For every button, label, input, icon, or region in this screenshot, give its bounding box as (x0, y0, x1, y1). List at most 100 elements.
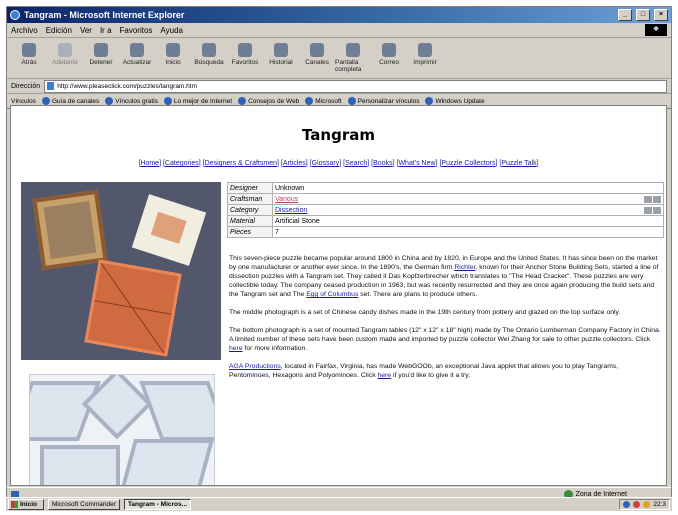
nav-link[interactable]: Articles (283, 160, 306, 167)
taskbar: Inicio Microsoft Commander Tangram - Mic… (6, 497, 672, 511)
links-item[interactable]: Windows Update (425, 97, 485, 105)
info-row: Craftsman Various (227, 193, 664, 205)
toolbar-button-refresh[interactable]: Actualizar (119, 40, 155, 66)
next-arrow-icon[interactable] (653, 195, 661, 203)
egg-of-columbus-link[interactable]: Egg of Columbus (306, 291, 358, 298)
nav-link[interactable]: Home (140, 160, 159, 167)
links-item[interactable]: Consejos de Web (238, 97, 299, 105)
menu-archivo[interactable]: Archivo (11, 26, 38, 35)
next-arrow-icon[interactable] (653, 206, 661, 214)
info-value[interactable]: Dissection (275, 207, 307, 214)
info-row: Designer Unknown (227, 182, 664, 194)
aga-productions-link[interactable]: AGA Productions (229, 363, 281, 370)
info-value-cell: Dissection (272, 204, 664, 216)
address-label: Dirección (11, 82, 41, 90)
toolbar-button-stop[interactable]: Detener (83, 40, 119, 66)
menu-favoritos[interactable]: Favoritos (120, 26, 153, 35)
start-label: Inicio (20, 501, 37, 508)
more-info-link[interactable]: here (229, 345, 243, 352)
nav-link[interactable]: Search (345, 160, 367, 167)
info-value[interactable]: Various (275, 196, 298, 203)
page-icon (47, 82, 55, 90)
links-item[interactable]: Personalizar vínculos (347, 97, 420, 105)
toolbar-label: Favoritos (231, 59, 259, 66)
menu-edicion[interactable]: Edición (46, 26, 72, 35)
desc-paragraph-4: AGA Productions, located in Fairfax, Vir… (229, 363, 619, 379)
nav-link[interactable]: Glossary (312, 160, 340, 167)
toolbar-button-forward-arrow[interactable]: Adelante (47, 40, 83, 66)
tray-network-icon[interactable] (623, 501, 631, 508)
close-button[interactable]: × (654, 9, 668, 21)
links-item[interactable]: Lo mejor de Internet (163, 97, 232, 105)
toolbar-button-fullscreen[interactable]: Pantalla completa (335, 40, 371, 73)
puzzle-info-table: Designer Unknown Craftsman Various Category D… (227, 182, 664, 238)
nav-link[interactable]: Designers & Craftsmen (205, 160, 277, 167)
info-value: Artificial Stone (275, 217, 320, 225)
nav-link[interactable]: Books (373, 160, 392, 167)
search-icon (202, 43, 216, 57)
taskbar-task-commander[interactable]: Microsoft Commander (48, 499, 120, 510)
tray-volume-icon[interactable] (643, 501, 651, 508)
ie-link-icon (41, 97, 50, 105)
back-arrow-icon (22, 43, 36, 57)
prev-arrow-icon[interactable] (644, 195, 652, 203)
info-value: 7 (275, 228, 279, 236)
system-tray: 22:3 (619, 499, 670, 510)
address-input[interactable]: http://www.pleaseclick.com/puzzles/tangr… (44, 79, 667, 93)
browser-window: Tangram - Microsoft Internet Explorer _ … (6, 6, 672, 508)
ie-link-icon (305, 97, 314, 105)
row-nav-buttons (644, 206, 661, 214)
richter-link[interactable]: Richter (454, 264, 475, 271)
toolbar-button-back-arrow[interactable]: Atrás (11, 40, 47, 66)
tray-antivirus-icon[interactable] (633, 501, 641, 508)
try-applet-link[interactable]: here (377, 372, 391, 379)
prev-arrow-icon[interactable] (644, 206, 652, 214)
info-row: Material Artificial Stone (227, 215, 664, 227)
taskbar-task-tangram[interactable]: Tangram - Micros... (123, 499, 192, 510)
row-nav-buttons (644, 195, 661, 203)
menu-ayuda[interactable]: Ayuda (160, 26, 183, 35)
toolbar-button-mail[interactable]: Correo (371, 40, 407, 66)
site-nav: [Home] [Categories] [Designers & Craftsm… (138, 160, 539, 167)
favorites-icon (238, 43, 252, 57)
windows-logo-icon: ❖ (645, 24, 667, 36)
links-item-label: Vínculos gratis (115, 97, 158, 105)
info-value-cell: Various (272, 193, 664, 205)
title-bar[interactable]: Tangram - Microsoft Internet Explorer _ … (7, 7, 671, 23)
history-icon (274, 43, 288, 57)
toolbar-button-home[interactable]: Inicio (155, 40, 191, 66)
links-item-label: Windows Update (435, 97, 485, 105)
tangram-sets-photo (21, 182, 221, 360)
info-value: Unknown (275, 184, 305, 192)
links-item[interactable]: Vínculos gratis (105, 97, 158, 105)
links-item-label: Personalizar vínculos (357, 97, 420, 105)
info-row: Pieces 7 (227, 226, 664, 238)
toolbar-label: Búsqueda (194, 59, 224, 66)
desc-paragraph-2: The middle photograph is a set of Chines… (229, 309, 621, 316)
address-url: http://www.pleaseclick.com/puzzles/tangr… (57, 82, 197, 90)
toolbar-button-history[interactable]: Historial (263, 40, 299, 66)
links-item-label: Microsoft (315, 97, 342, 105)
toolbar-button-favorites[interactable]: Favoritos (227, 40, 263, 66)
nav-link[interactable]: What's New (398, 160, 435, 167)
links-item[interactable]: Microsoft (305, 97, 342, 105)
toolbar-button-print[interactable]: Imprimir (407, 40, 443, 66)
toolbar-label: Pantalla completa (335, 59, 362, 73)
minimize-button[interactable]: _ (618, 9, 632, 21)
menu-ir-a[interactable]: Ir a (100, 26, 112, 35)
info-value-cell: Unknown (272, 182, 664, 194)
start-button[interactable]: Inicio (8, 499, 44, 510)
forward-arrow-icon (58, 43, 72, 57)
maximize-button[interactable]: □ (636, 9, 650, 21)
toolbar-button-channels[interactable]: Canales (299, 40, 335, 66)
nav-link[interactable]: Puzzle Talk (501, 160, 536, 167)
menu-ver[interactable]: Ver (80, 26, 92, 35)
address-bar: Dirección http://www.pleaseclick.com/puz… (7, 79, 671, 94)
nav-link[interactable]: Puzzle Collectors (441, 160, 495, 167)
links-item[interactable]: Guía de canales (41, 97, 99, 105)
toolbar-button-search[interactable]: Búsqueda (191, 40, 227, 66)
ie-link-icon (105, 97, 114, 105)
nav-link[interactable]: Categories (165, 160, 199, 167)
window-title: Tangram - Microsoft Internet Explorer (24, 10, 185, 20)
fullscreen-icon (346, 43, 360, 57)
